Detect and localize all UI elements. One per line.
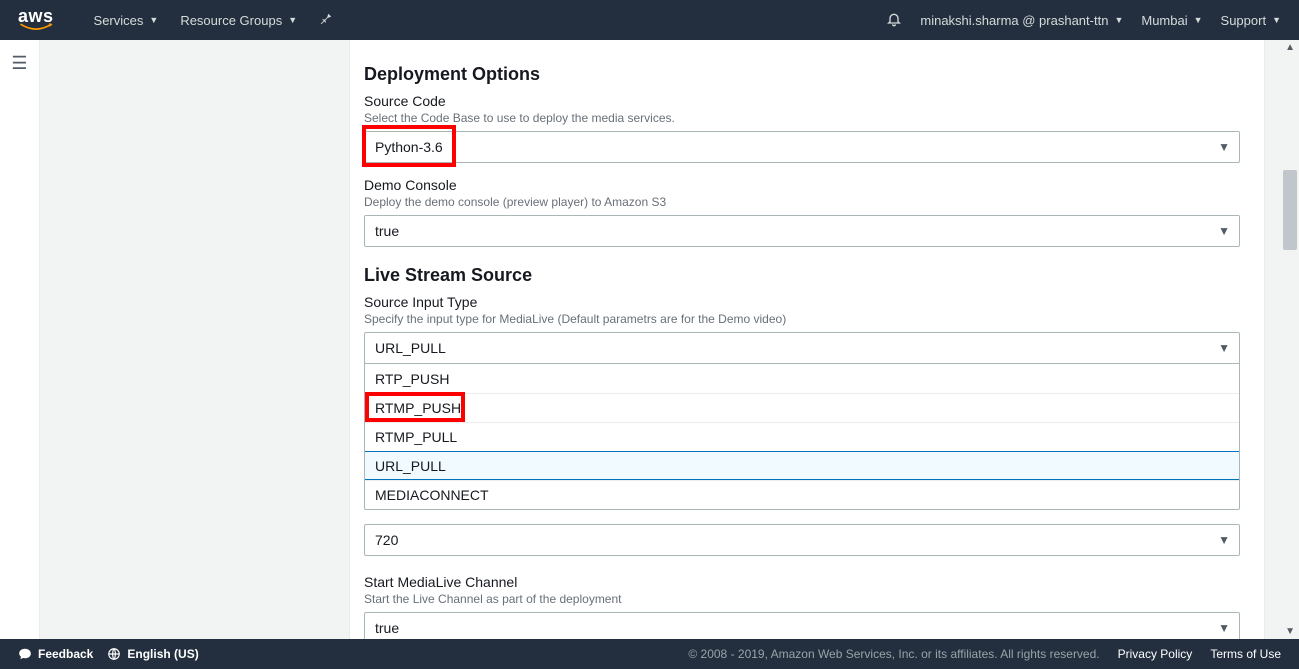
chevron-down-icon: ▼	[1114, 15, 1123, 25]
nav-right-group: minakshi.sharma @ prashant-ttn ▼ Mumbai …	[886, 11, 1281, 30]
chevron-down-icon: ▼	[1218, 224, 1230, 238]
source-input-type-label: Source Input Type	[364, 294, 1240, 310]
scroll-thumb	[1283, 170, 1297, 250]
nav-left-group: Services ▼ Resource Groups ▼	[94, 12, 334, 29]
scroll-up-icon: ▲	[1285, 42, 1295, 53]
chevron-down-icon: ▼	[288, 15, 297, 25]
chevron-down-icon: ▼	[1218, 533, 1230, 547]
start-channel-value: true	[375, 620, 399, 636]
demo-console-value: true	[375, 223, 399, 239]
demo-console-help: Deploy the demo console (preview player)…	[364, 195, 1240, 209]
dropdown-option-url-pull[interactable]: URL_PULL	[365, 451, 1239, 480]
right-gutter: ▲ ▼	[1265, 40, 1299, 639]
support-menu[interactable]: Support ▼	[1221, 13, 1281, 28]
resolution-value: 720	[375, 532, 398, 548]
region-label: Mumbai	[1141, 13, 1187, 28]
services-menu[interactable]: Services ▼	[94, 13, 159, 28]
dropdown-option-mediaconnect[interactable]: MEDIACONNECT	[365, 480, 1239, 509]
source-code-select[interactable]: Python-3.6 ▼	[364, 131, 1240, 163]
chevron-down-icon: ▼	[1218, 621, 1230, 635]
resource-groups-menu[interactable]: Resource Groups ▼	[180, 13, 297, 28]
chevron-down-icon: ▼	[1272, 15, 1281, 25]
chevron-down-icon: ▼	[1194, 15, 1203, 25]
chevron-down-icon: ▼	[149, 15, 158, 25]
source-input-type-value: URL_PULL	[375, 340, 446, 356]
hamburger-icon[interactable]: ☰	[11, 54, 27, 72]
chevron-down-icon: ▼	[1218, 341, 1230, 355]
demo-console-select[interactable]: true ▼	[364, 215, 1240, 247]
resource-groups-label: Resource Groups	[180, 13, 282, 28]
copyright-text: © 2008 - 2019, Amazon Web Services, Inc.…	[688, 647, 1099, 661]
source-input-type-select[interactable]: URL_PULL ▼	[364, 332, 1240, 364]
vertical-scrollbar[interactable]: ▲ ▼	[1283, 40, 1297, 639]
source-code-help: Select the Code Base to use to deploy th…	[364, 111, 1240, 125]
top-nav: aws Services ▼ Resource Groups ▼ minaksh…	[0, 0, 1299, 40]
chevron-down-icon: ▼	[1218, 140, 1230, 154]
live-stream-heading: Live Stream Source	[364, 265, 1240, 286]
aws-smile-icon	[19, 23, 53, 33]
demo-console-label: Demo Console	[364, 177, 1240, 193]
body-row: ☰ Deployment Options Source Code Select …	[0, 40, 1299, 639]
footer: Feedback English (US) © 2008 - 2019, Ama…	[0, 639, 1299, 669]
start-channel-help: Start the Live Channel as part of the de…	[364, 592, 1240, 606]
feedback-label: Feedback	[38, 647, 93, 661]
start-channel-label: Start MediaLive Channel	[364, 574, 1240, 590]
terms-of-use-link[interactable]: Terms of Use	[1210, 647, 1281, 661]
feedback-link[interactable]: Feedback	[18, 647, 93, 661]
scroll-down-icon: ▼	[1285, 626, 1295, 637]
speech-bubble-icon	[18, 647, 32, 661]
account-menu[interactable]: minakshi.sharma @ prashant-ttn ▼	[920, 13, 1123, 28]
source-input-type-dropdown: RTP_PUSH RTMP_PUSH RTMP_PULL URL_PULL ME…	[364, 363, 1240, 510]
dropdown-option-rtmp-pull[interactable]: RTMP_PULL	[365, 422, 1239, 451]
start-channel-select[interactable]: true ▼	[364, 612, 1240, 639]
side-hamburger-column: ☰	[0, 40, 40, 639]
bell-icon[interactable]	[886, 11, 902, 30]
resolution-select[interactable]: 720 ▼	[364, 524, 1240, 556]
services-label: Services	[94, 13, 144, 28]
language-label: English (US)	[127, 647, 198, 661]
dropdown-option-rtp-push[interactable]: RTP_PUSH	[365, 364, 1239, 393]
aws-logo[interactable]: aws	[18, 7, 54, 33]
source-input-type-help: Specify the input type for MediaLive (De…	[364, 312, 1240, 326]
dropdown-option-rtmp-push[interactable]: RTMP_PUSH	[365, 393, 1239, 422]
support-label: Support	[1221, 13, 1267, 28]
language-selector[interactable]: English (US)	[107, 647, 198, 661]
region-menu[interactable]: Mumbai ▼	[1141, 13, 1202, 28]
globe-icon	[107, 647, 121, 661]
pin-icon[interactable]	[319, 12, 333, 29]
deployment-options-heading: Deployment Options	[364, 64, 1240, 85]
left-gutter	[40, 40, 350, 639]
privacy-policy-link[interactable]: Privacy Policy	[1118, 647, 1193, 661]
account-label: minakshi.sharma @ prashant-ttn	[920, 13, 1108, 28]
source-code-label: Source Code	[364, 93, 1240, 109]
main-content: Deployment Options Source Code Select th…	[350, 40, 1265, 639]
source-code-value: Python-3.6	[375, 139, 443, 155]
